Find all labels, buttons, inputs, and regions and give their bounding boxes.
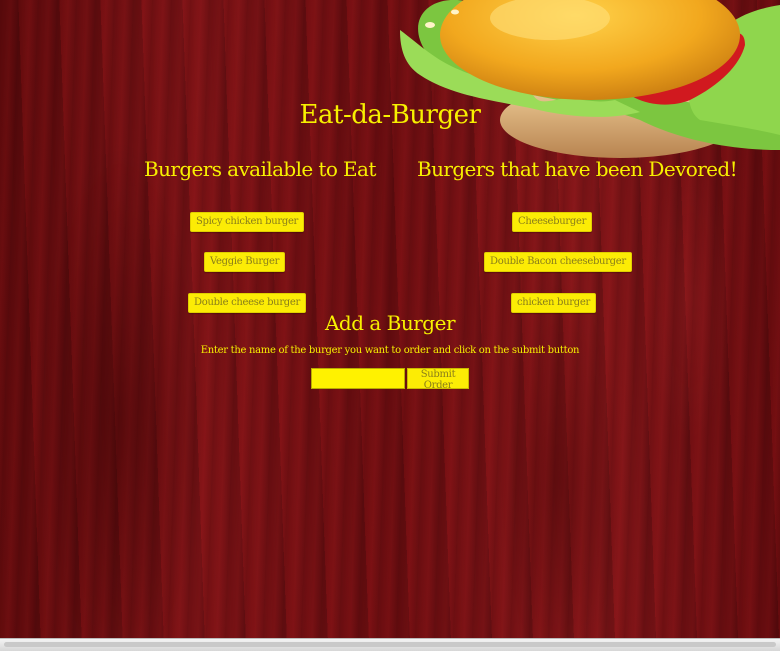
devour-button-double-cheese-burger[interactable]: Double cheese burger <box>188 293 307 313</box>
horizontal-scrollbar[interactable] <box>0 638 780 651</box>
devoured-item-chicken-burger[interactable]: chicken burger <box>511 293 596 313</box>
burger-name-input[interactable] <box>311 368 405 389</box>
devour-button-veggie-burger[interactable]: Veggie Burger <box>204 252 286 272</box>
devoured-item-double-bacon-cheeseburger[interactable]: Double Bacon cheeseburger <box>484 252 632 272</box>
submit-order-button[interactable]: Submit Order <box>407 368 469 391</box>
add-burger-instructions: Enter the name of the burger you want to… <box>200 345 580 356</box>
scrollbar-track[interactable] <box>4 642 776 647</box>
burger-photo <box>400 0 780 165</box>
devoured-item-cheeseburger[interactable]: Cheeseburger <box>512 212 593 232</box>
devour-button-spicy-chicken-burger[interactable]: Spicy chicken burger <box>190 212 305 232</box>
add-burger-heading: Add a Burger <box>324 311 456 335</box>
devoured-burgers-heading: Burgers that have been Devored! <box>417 157 738 181</box>
page-title: Eat-da-Burger <box>299 100 481 130</box>
available-burgers-heading: Burgers available to Eat <box>144 157 376 181</box>
